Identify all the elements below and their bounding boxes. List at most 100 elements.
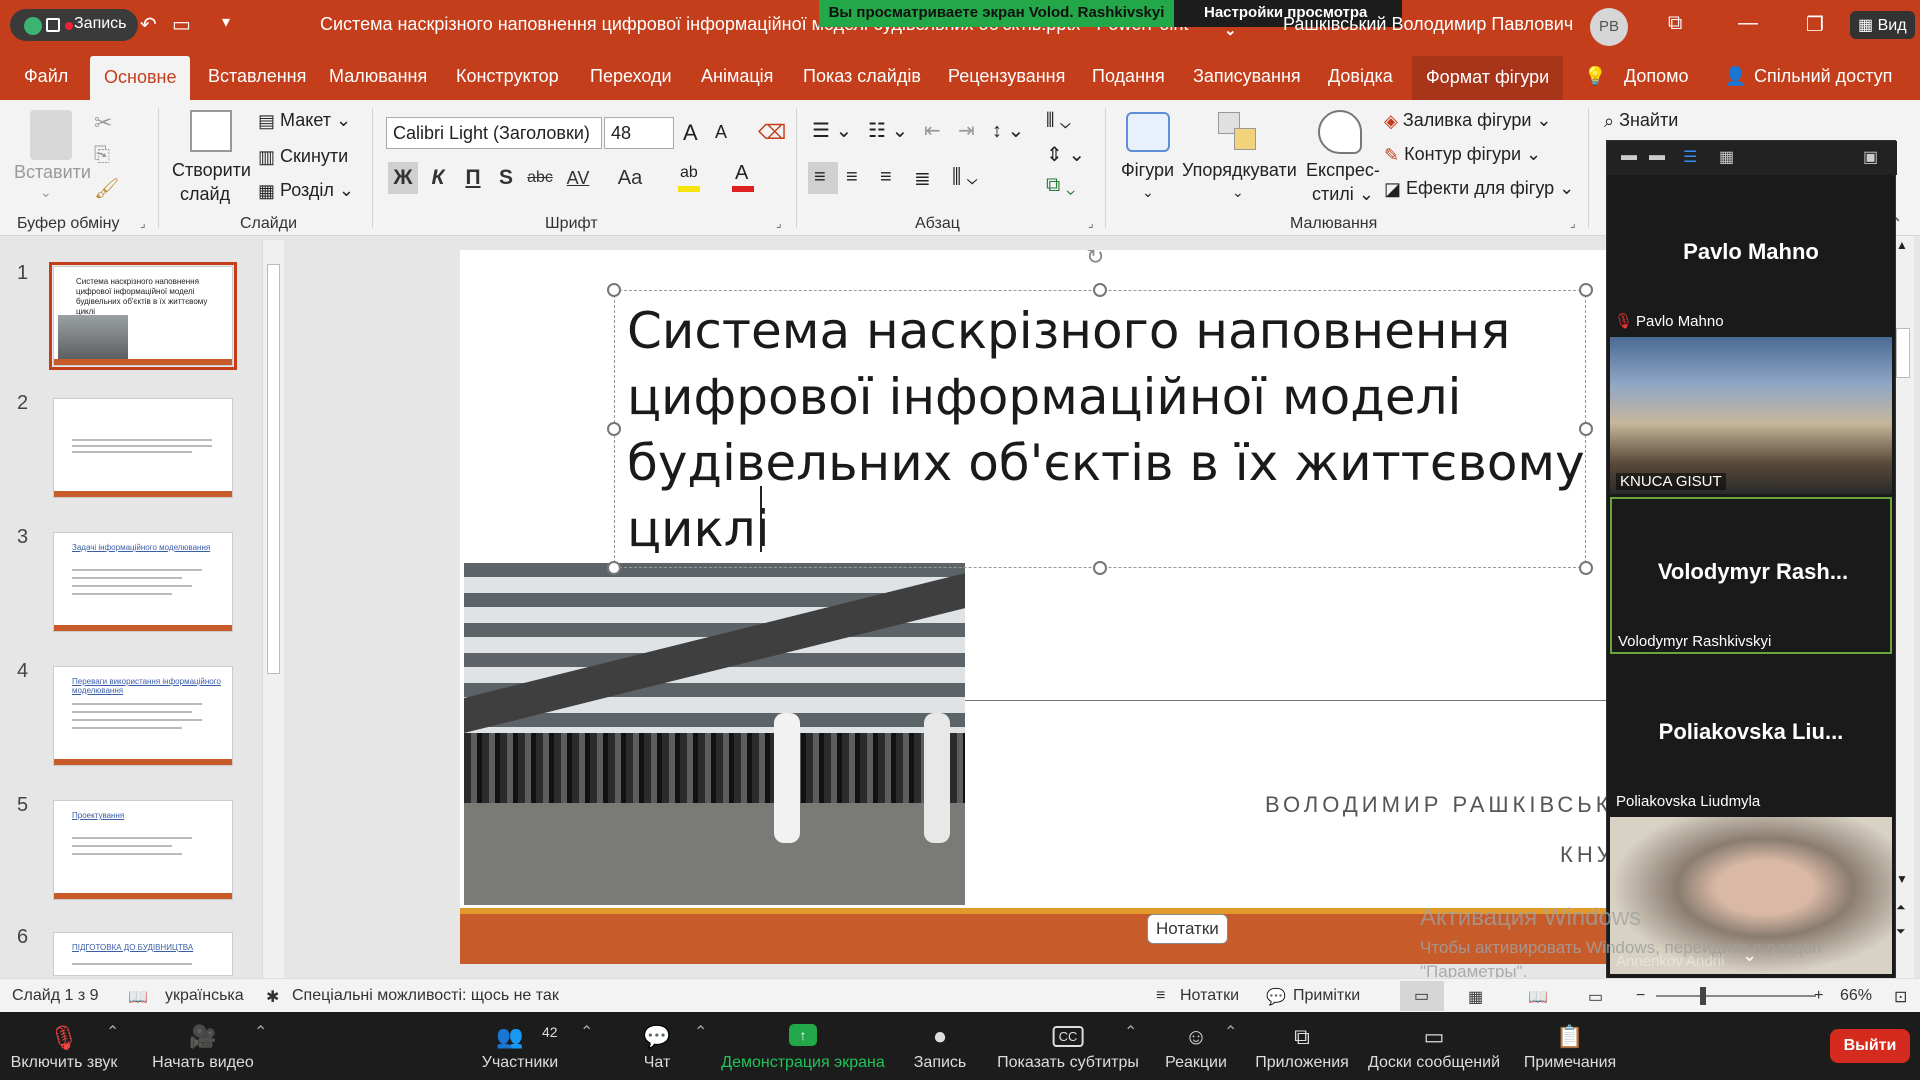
slide-thumbnail-5[interactable]: Проектування [53, 800, 233, 900]
tab-insert[interactable]: Вставлення [208, 66, 306, 87]
slide-sorter-icon[interactable]: ▦ [1468, 987, 1483, 1007]
resize-handle[interactable] [1579, 422, 1593, 436]
leave-button[interactable]: Выйти [1830, 1029, 1910, 1063]
chevron-down-icon[interactable]: ⌄ [40, 184, 52, 201]
avatar[interactable]: РВ [1590, 8, 1628, 46]
resize-handle[interactable] [1579, 561, 1593, 575]
gallery-view-icon[interactable]: ▦ [1719, 147, 1734, 167]
popout-icon[interactable]: ▣ [1863, 147, 1878, 167]
notes-icon[interactable]: ≡ [1156, 987, 1165, 1005]
cut-icon[interactable]: ✂ [94, 110, 112, 136]
tab-slideshow[interactable]: Показ слайдів [803, 66, 921, 87]
accessibility-icon[interactable]: ✱ [266, 987, 279, 1007]
video-options-chevron-icon[interactable]: ⌃ [254, 1022, 267, 1042]
resize-handle[interactable] [607, 283, 621, 297]
shape-outline-button[interactable]: ✎ Контур фігури ⌄ [1384, 144, 1541, 166]
reset-button[interactable]: ▥ Скинути [258, 146, 348, 168]
tab-home[interactable]: Основне [90, 56, 191, 100]
slide-thumbnail-6[interactable]: ПІДГОТОВКА ДО БУДІВНИЦТВА [53, 932, 233, 976]
slideshow-icon[interactable]: ▭ [172, 12, 191, 37]
chevron-down-icon[interactable]: ⌄ [1232, 184, 1244, 201]
tab-draw[interactable]: Малювання [329, 66, 427, 87]
align-left-button[interactable]: ≡ [808, 162, 838, 194]
shapes-icon[interactable] [1126, 112, 1170, 152]
section-button[interactable]: ▦ Розділ ⌄ [258, 180, 354, 202]
captions-button[interactable]: CC Показать субтитры [997, 1012, 1139, 1080]
smartart-icon[interactable]: ⧉ ⌄ [1046, 174, 1075, 197]
quick-styles-icon[interactable] [1318, 110, 1362, 154]
align-right-icon[interactable]: ≡ [880, 166, 892, 189]
new-slide-button-line2[interactable]: слайд [180, 184, 230, 205]
start-video-button[interactable]: 🎥 Начать видео [148, 1012, 258, 1080]
tab-design[interactable]: Конструктор [456, 66, 559, 87]
underline-button[interactable]: П [458, 162, 488, 194]
slide-organization[interactable]: КНУ [1560, 842, 1610, 868]
paste-button[interactable]: Вставити [14, 162, 91, 183]
font-size-dropdown[interactable]: 48 [604, 117, 674, 149]
font-color-icon[interactable]: A [730, 162, 756, 192]
reading-view-icon[interactable]: 📖 [1528, 987, 1548, 1007]
minimize-icon[interactable]: — [1738, 12, 1758, 35]
fit-to-window-icon[interactable]: ⊡ [1894, 987, 1907, 1007]
unmute-button[interactable]: 🎙 Включить звук [8, 1012, 120, 1080]
columns-icon[interactable]: ⫼ ⌄ [952, 166, 978, 189]
lightbulb-icon[interactable]: 💡 [1584, 66, 1606, 87]
resize-handle[interactable] [1579, 283, 1593, 297]
justify-icon[interactable]: ≣ [914, 166, 931, 191]
dialog-launcher-icon[interactable]: ⌟ [1570, 216, 1576, 230]
increase-indent-icon[interactable]: ⇥ [958, 118, 975, 143]
captions-chevron-icon[interactable]: ⌃ [1124, 1022, 1137, 1042]
tab-animations[interactable]: Анімація [701, 66, 773, 87]
comments-icon[interactable]: 💬 [1266, 987, 1286, 1007]
zoom-slider-thumb[interactable] [1700, 987, 1706, 1005]
share-screen-button[interactable]: ↑ Демонстрация экрана [721, 1012, 885, 1080]
copy-icon[interactable]: ⎘ [94, 144, 110, 167]
slide-thumbnail-4[interactable]: Переваги використання інформаційного мод… [53, 666, 233, 766]
align-text-icon[interactable]: ⇕ ⌄ [1046, 142, 1085, 167]
italic-button[interactable]: К [423, 162, 453, 194]
char-spacing-button[interactable]: AV [560, 162, 596, 194]
shapes-button[interactable]: Фігури [1121, 160, 1174, 181]
scroll-thumb[interactable] [1896, 328, 1910, 378]
previous-slide-icon[interactable]: ⏶ [1896, 900, 1906, 915]
participant-tile[interactable]: Pavlo Mahno 🎙 Pavlo Mahno [1610, 177, 1892, 334]
slide-photo[interactable] [464, 563, 965, 905]
scroll-down-icon[interactable]: ▼ [1896, 872, 1908, 886]
accessibility-status[interactable]: Спеціальні можливості: щось не так [292, 987, 559, 1005]
record-button[interactable]: ⏺ Запись [900, 1012, 980, 1080]
tab-transitions[interactable]: Переходи [590, 66, 672, 87]
bullets-icon[interactable]: ☰ ⌄ [812, 118, 852, 143]
chevron-down-icon[interactable]: ⌄ [1142, 184, 1154, 201]
participants-chevron-icon[interactable]: ⌃ [580, 1022, 593, 1042]
tab-view[interactable]: Подання [1092, 66, 1165, 87]
ribbon-display-icon[interactable]: ⧉ [1668, 12, 1682, 35]
next-slide-icon[interactable]: ⏷ [1896, 924, 1906, 939]
shadow-button[interactable]: S [491, 162, 521, 194]
scroll-thumb[interactable] [267, 264, 280, 674]
shape-effects-button[interactable]: ◪ Ефекти для фігур ⌄ [1384, 178, 1574, 200]
layout-button[interactable]: ▤ Макет ⌄ [258, 110, 351, 132]
customize-qat-icon[interactable]: ▾ [222, 12, 230, 32]
text-direction-icon[interactable]: ⫴ ⌄ [1046, 110, 1071, 133]
restore-icon[interactable]: ❐ [1806, 12, 1824, 37]
highlight-icon[interactable]: ab [676, 164, 702, 192]
participants-button[interactable]: 👥 42 Участники [470, 1012, 570, 1080]
resize-handle[interactable] [1093, 561, 1107, 575]
change-case-button[interactable]: Aa [612, 162, 648, 194]
bold-button[interactable]: Ж [388, 162, 418, 194]
slide-canvas[interactable]: Система наскрізного наповнення цифрової … [460, 250, 1610, 964]
arrange-button[interactable]: Упорядкувати [1182, 160, 1297, 181]
arrange-icon[interactable] [1218, 112, 1258, 152]
notes-button[interactable]: 📋 Примечания [1518, 1012, 1622, 1080]
stop-icon[interactable] [46, 18, 60, 32]
apps-button[interactable]: ⧉ Приложения [1250, 1012, 1354, 1080]
tab-help[interactable]: Довідка [1328, 66, 1393, 87]
zoom-out-icon[interactable]: − [1636, 987, 1645, 1005]
dialog-launcher-icon[interactable]: ⌟ [140, 216, 146, 230]
increase-font-icon[interactable]: A [683, 120, 698, 146]
comments-button[interactable]: Примітки [1293, 987, 1360, 1005]
spelling-icon[interactable]: 📖 [128, 987, 148, 1007]
format-painter-icon[interactable]: 🖌 [94, 176, 119, 201]
numbering-icon[interactable]: ☷ ⌄ [868, 118, 908, 143]
quick-styles-button[interactable]: Експрес- [1306, 160, 1380, 181]
